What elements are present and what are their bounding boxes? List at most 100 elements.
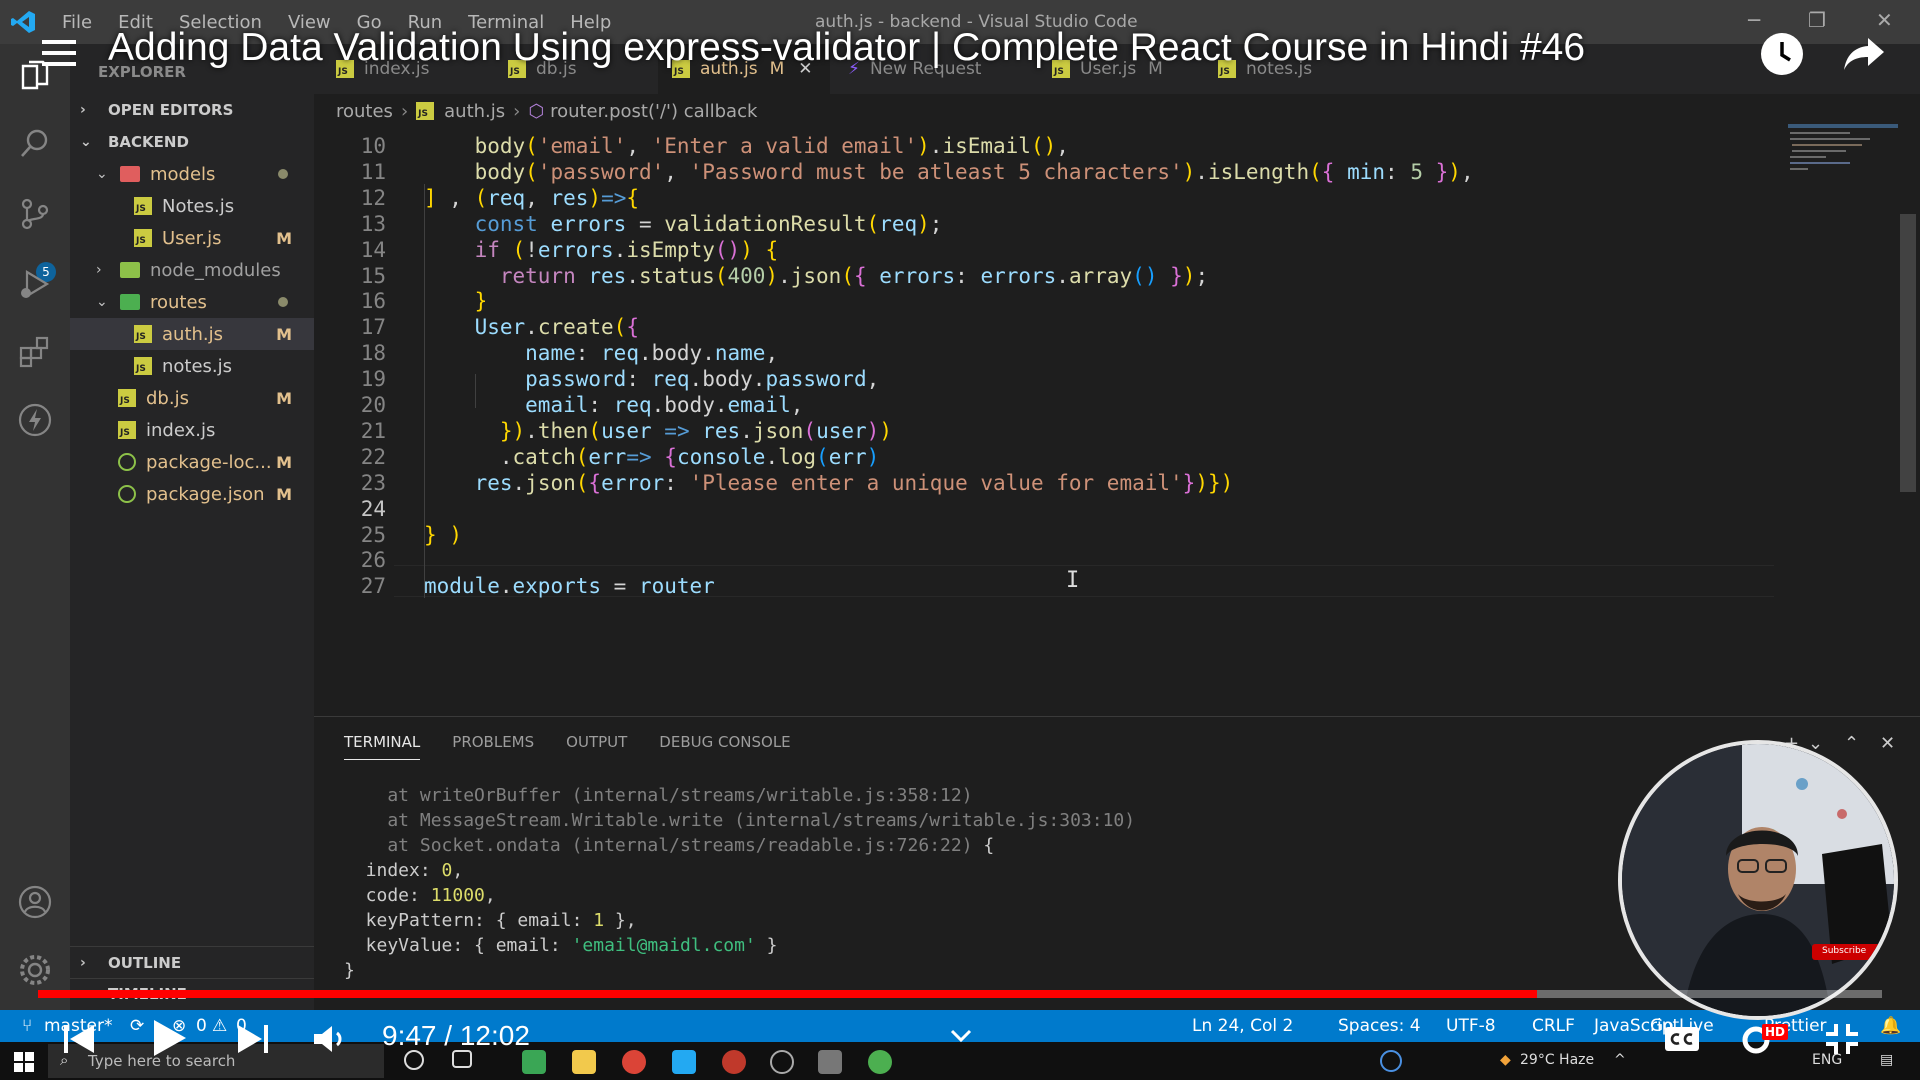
line-number: 24 [360,496,386,521]
app-icon[interactable] [818,1050,842,1074]
line-ending[interactable]: CRLF [1532,1016,1575,1036]
app-icon[interactable] [868,1050,892,1074]
tab-problems[interactable]: PROBLEMS [452,733,534,760]
search-icon[interactable] [17,126,53,162]
explorer-sidebar: EXPLORER › OPEN EDITORS ⌄ BACKEND ⌄ mode… [70,44,314,1010]
run-debug-icon[interactable] [17,266,53,302]
tab-terminal[interactable]: TERMINAL [344,733,421,760]
minimap[interactable] [1788,124,1898,184]
symbol-method-icon: ⬡ [528,100,545,122]
breadcrumb: routes › JS auth.js › ⬡ router.post('/')… [314,94,1920,128]
chrome-profile-icon[interactable] [722,1050,746,1074]
spreadsheet-app-icon[interactable] [522,1050,546,1074]
captions-icon[interactable] [1664,1026,1700,1052]
tree-label: Notes.js [162,195,235,217]
activity-bar: 5 [0,44,70,1010]
modified-badge: M [276,484,292,504]
outline-section[interactable]: › OUTLINE [70,946,314,978]
editor-scrollbar[interactable] [1900,214,1916,492]
app-icon[interactable] [770,1050,794,1074]
video-progress-bar[interactable] [38,990,1882,998]
tree-folder-node-modules[interactable]: › node_modules [70,254,314,286]
code-line: return res.status(400).json({ errors: er… [499,263,1209,288]
line-number: 10 [360,134,386,158]
task-view-icon[interactable] [452,1050,472,1068]
watch-later-icon[interactable] [1760,32,1804,76]
thunder-client-icon[interactable] [17,402,53,438]
windows-start-icon[interactable] [14,1052,34,1072]
notification-icon[interactable]: ▤ [1880,1052,1893,1068]
tree-label: notes.js [162,355,233,377]
breadcrumb-symbol[interactable]: router.post('/') callback [550,101,757,122]
indentation[interactable]: Spaces: 4 [1338,1016,1421,1036]
account-icon[interactable] [17,884,53,920]
menu-file[interactable]: File [62,12,92,33]
file-explorer-icon[interactable] [572,1050,596,1074]
tree-label: package-loc... [146,451,272,473]
chrome-icon[interactable] [622,1050,646,1074]
tree-folder-routes[interactable]: ⌄ routes [70,286,314,318]
js-file-icon: JS [118,421,136,439]
webcam-overlay: Subscribe [1618,740,1898,1020]
js-file-icon: JS [118,389,136,407]
tree-file-package-json[interactable]: package.json M [70,478,314,510]
minimize-icon[interactable]: ─ [1748,8,1760,32]
modified-dot-icon [278,169,288,179]
cursor-position[interactable]: Ln 24, Col 2 [1192,1016,1293,1036]
maximize-icon[interactable]: ❐ [1808,8,1826,32]
encoding[interactable]: UTF-8 [1446,1016,1496,1036]
source-control-icon[interactable] [17,196,53,232]
hamburger-menu-icon[interactable] [42,38,76,68]
maximize-panel-icon[interactable]: ⌃ [1844,733,1859,754]
share-icon[interactable] [1842,34,1886,74]
tree-file-user[interactable]: JS User.js M [70,222,314,254]
weather-text[interactable]: 29°C Haze [1520,1052,1594,1068]
close-window-icon[interactable]: ✕ [1876,8,1893,32]
close-panel-icon[interactable]: ✕ [1880,733,1895,754]
tree-file-notes-model[interactable]: JS Notes.js [70,190,314,222]
js-file-icon: JS [134,197,152,215]
modified-badge: M [276,228,292,248]
code-line: name: req.body.name, [525,341,779,366]
project-section[interactable]: ⌄ BACKEND [70,126,314,158]
next-icon[interactable] [236,1022,270,1056]
previous-icon[interactable] [62,1022,96,1056]
tree-file-auth[interactable]: JS auth.js M [70,318,314,350]
tab-debug-console[interactable]: DEBUG CONSOLE [659,733,790,760]
js-file-icon: JS [134,357,152,375]
chevron-right-icon: › [513,100,521,122]
extensions-icon[interactable] [17,334,53,370]
bell-icon[interactable]: 🔔 [1880,1016,1901,1036]
open-editors-section[interactable]: › OPEN EDITORS [70,94,314,126]
code-line: const errors = validationResult(req); [474,211,943,236]
tab-output[interactable]: OUTPUT [566,733,627,760]
sync-icon[interactable]: ⟳ [130,1016,144,1036]
chevron-down-icon[interactable] [950,1028,972,1044]
help-icon[interactable] [1380,1050,1402,1072]
tree-label: auth.js [162,323,224,345]
tree-file-notes-route[interactable]: JS notes.js [70,350,314,382]
subscribe-label[interactable]: Subscribe [1822,946,1866,956]
settings-gear-icon[interactable] [17,952,53,988]
project-label: BACKEND [108,133,189,151]
breadcrumb-file[interactable]: auth.js [444,101,505,122]
branch-icon: ⑂ [22,1016,33,1036]
code-editor[interactable]: 10 11 12 13 14 15 16 17 18 19 20 21 22 23 24 25 26 27 bod… [314,128,1920,716]
warning-icon[interactable]: ⚠ [212,1016,227,1036]
vscode-taskbar-icon[interactable] [672,1050,696,1074]
video-time: 9:47 / 12:02 [382,1020,530,1051]
tree-file-package-lock[interactable]: package-loc... M [70,446,314,478]
volume-icon[interactable] [312,1024,348,1054]
breadcrumb-folder[interactable]: routes [336,101,393,122]
js-file-icon: JS [134,325,152,343]
play-icon[interactable] [150,1018,188,1058]
terminal-line: keyValue: { email: 'email@maidl.com' } [344,935,778,956]
tree-file-db[interactable]: JS db.js M [70,382,314,414]
tree-file-index[interactable]: JS index.js [70,414,314,446]
tray-chevron-up-icon[interactable]: ^ [1614,1052,1626,1068]
open-editors-label: OPEN EDITORS [108,101,234,119]
exit-fullscreen-icon[interactable] [1824,1022,1860,1056]
cortana-icon[interactable] [404,1050,424,1070]
tree-folder-models[interactable]: ⌄ models [70,158,314,190]
presenter-image [1622,744,1894,1016]
